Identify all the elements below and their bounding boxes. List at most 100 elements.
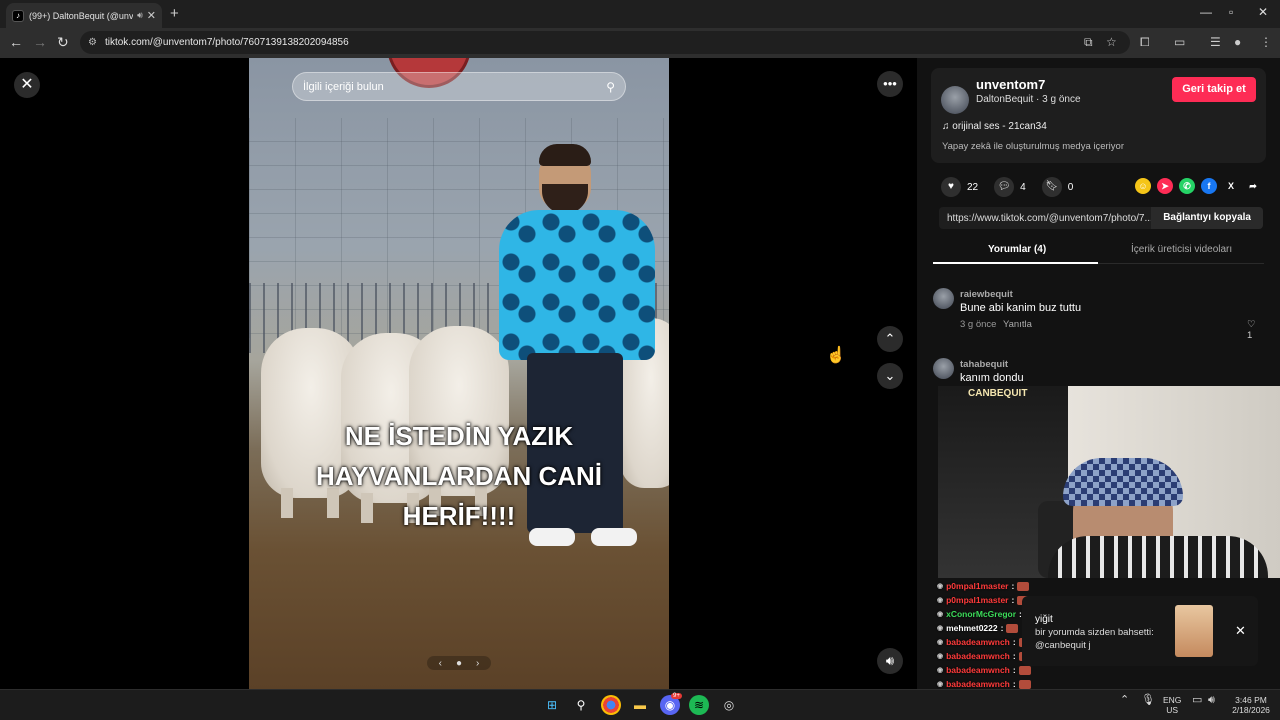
spotify-icon[interactable]: ≋ xyxy=(689,695,709,715)
mention-notification[interactable]: yiğit bir yorumda sizden bahsetti: @canb… xyxy=(1022,596,1258,666)
search-icon[interactable]: ⚲ xyxy=(606,80,615,94)
chrome-icon[interactable] xyxy=(601,695,621,715)
chat-username[interactable]: p0mpal1master xyxy=(946,581,1008,591)
previous-post-button[interactable]: ⌃ xyxy=(877,326,903,352)
chat-emote-icon xyxy=(1018,679,1031,689)
like-stat[interactable]: ♥ 22 xyxy=(941,177,978,197)
commenter-avatar[interactable] xyxy=(933,358,954,379)
display-icon[interactable]: ▭ xyxy=(1192,695,1202,706)
reply-button[interactable]: Yanıtla xyxy=(1003,319,1032,330)
comment-stat[interactable]: 💬︎ 4 xyxy=(994,177,1026,197)
post-photo[interactable]: İlgili içeriği bulun ⚲ NE İSTEDİN YAZIK … xyxy=(249,58,669,689)
new-tab-icon[interactable]: + xyxy=(170,5,179,22)
clock[interactable]: 3:46 PM 2/18/2026 xyxy=(1228,695,1274,715)
split-view-icon[interactable]: ▭ xyxy=(1174,35,1185,49)
heart-icon[interactable]: ♥ xyxy=(941,177,961,197)
chat-username[interactable]: xConorMcGregor xyxy=(946,609,1016,619)
save-stat[interactable]: 🔖︎ 0 xyxy=(1041,177,1073,197)
author-username[interactable]: unventom7 xyxy=(976,77,1045,92)
copy-link-button[interactable]: Bağlantıyı kopyala xyxy=(1151,207,1263,229)
post-link[interactable]: https://www.tiktok.com/@unventom7/photo/… xyxy=(939,213,1151,224)
language-indicator[interactable]: ENG US xyxy=(1163,695,1181,715)
clock-date: 2/18/2026 xyxy=(1232,705,1270,715)
file-explorer-icon[interactable]: ▬ xyxy=(630,695,650,715)
address-bar[interactable]: ⚙ tiktok.com/@unventom7/photo/7607139138… xyxy=(80,31,1130,54)
install-app-icon[interactable]: ⧉ xyxy=(1084,35,1093,50)
back-icon[interactable]: ← xyxy=(9,34,23,50)
close-tab-icon[interactable]: ✕ xyxy=(147,9,156,22)
chat-username[interactable]: babadeamwnch xyxy=(946,637,1010,647)
chat-badge-icon: ◉ xyxy=(937,611,944,618)
extensions-icon[interactable]: ⧠ xyxy=(1140,35,1150,50)
send-share-icon[interactable]: ➤ xyxy=(1157,178,1173,194)
volume-icon[interactable]: 🔊︎ xyxy=(1208,695,1215,706)
windows-start-icon[interactable]: ⊞ xyxy=(542,695,562,715)
reading-list-icon[interactable]: ☰ xyxy=(1210,35,1221,49)
restore-icon[interactable]: ▫ xyxy=(1229,5,1233,19)
commenter-avatar[interactable] xyxy=(933,288,954,309)
music-title[interactable]: orijinal ses - 21can34 xyxy=(952,121,1047,132)
comment-time: 3 g önce xyxy=(960,319,997,330)
follow-back-button[interactable]: Geri takip et xyxy=(1172,77,1256,102)
author-avatar[interactable] xyxy=(941,86,969,114)
window-close-icon[interactable]: ✕ xyxy=(1258,5,1268,19)
related-search-input[interactable]: İlgili içeriği bulun xyxy=(303,81,606,93)
forward-icon[interactable]: → xyxy=(33,34,47,50)
post-link-row: https://www.tiktok.com/@unventom7/photo/… xyxy=(939,207,1263,229)
minimize-icon[interactable]: — xyxy=(1200,5,1212,19)
browser-menu-icon[interactable]: ⋮ xyxy=(1260,35,1272,49)
chat-username[interactable]: babadeamwnch xyxy=(946,679,1010,689)
chat-badge-icon: ◉ xyxy=(937,639,944,646)
comment-icon[interactable]: 💬︎ xyxy=(994,177,1015,197)
facebook-share-icon[interactable]: f xyxy=(1201,178,1217,194)
chat-separator: : xyxy=(1012,679,1016,689)
bookmark-star-icon[interactable]: ☆ xyxy=(1106,35,1117,49)
music-link[interactable]: ♫ orijinal ses - 21can34 xyxy=(942,121,1047,132)
chat-username[interactable]: babadeamwnch xyxy=(946,651,1010,661)
app-icon[interactable]: ◎ xyxy=(719,695,739,715)
chat-username[interactable]: mehmet0222 xyxy=(946,623,998,633)
music-note-icon: ♫ xyxy=(942,121,953,132)
profile-avatar-icon[interactable]: ● xyxy=(1234,35,1241,49)
reload-icon[interactable]: ↻ xyxy=(57,34,69,51)
search-icon[interactable]: ⚲ xyxy=(571,695,591,715)
comment-text: kanım dondu xyxy=(960,372,1024,384)
site-info-icon[interactable]: ⚙ xyxy=(88,37,97,48)
caption-line: HAYVANLARDAN CANİ xyxy=(315,461,602,491)
chat-username[interactable]: babadeamwnch xyxy=(946,665,1010,675)
carousel-prev-icon[interactable]: ‹ xyxy=(439,658,442,669)
discord-badge: 9+ xyxy=(671,693,682,699)
comment-likes[interactable]: ♡ 1 xyxy=(1247,319,1263,341)
chat-badge-icon: ◉ xyxy=(937,653,944,660)
heart-outline-icon[interactable]: ♡ xyxy=(1247,319,1256,330)
tab-comments[interactable]: Yorumlar (4) xyxy=(988,244,1046,255)
carousel-dot[interactable]: ● xyxy=(456,658,462,669)
windows-taskbar: ⊞ ⚲ ▬ ◉ 9+ ≋ ◎ ⌃ 🎙︎ ENG US ▭ 🔊︎ 3:46 PM … xyxy=(0,689,1280,720)
more-options-button[interactable]: ••• xyxy=(877,71,903,97)
chat-separator: : xyxy=(1012,637,1016,647)
commenter-name[interactable]: raiewbequit xyxy=(960,289,1013,300)
next-post-button[interactable]: ⌄ xyxy=(877,363,903,389)
carousel-next-icon[interactable]: › xyxy=(476,658,479,669)
whatsapp-share-icon[interactable]: ✆ xyxy=(1179,178,1195,194)
microphone-icon[interactable]: 🎙︎ xyxy=(1141,695,1155,706)
commenter-name[interactable]: tahabequit xyxy=(960,359,1008,370)
clock-time: 3:46 PM xyxy=(1235,695,1267,705)
notification-thumbnail[interactable] xyxy=(1175,605,1213,657)
speaker-icon[interactable]: 🔊︎ xyxy=(137,10,143,21)
chat-username[interactable]: p0mpal1master xyxy=(946,595,1008,605)
browser-tab[interactable]: ♪ (99+) DaltonBequit (@unve 🔊︎ ✕ xyxy=(6,3,162,28)
close-viewer-button[interactable]: ✕ xyxy=(14,72,40,98)
tab-creator-videos[interactable]: İçerik üreticisi videoları xyxy=(1131,244,1232,255)
related-search-bar[interactable]: İlgili içeriği bulun ⚲ xyxy=(292,72,626,101)
x-share-icon[interactable]: X xyxy=(1223,178,1239,194)
volume-button[interactable]: 🔊︎ xyxy=(877,648,903,674)
more-share-icon[interactable]: ➦ xyxy=(1245,178,1261,194)
active-tab-underline xyxy=(933,262,1098,264)
bookmark-icon[interactable]: 🔖︎ xyxy=(1041,177,1062,197)
url-text[interactable]: tiktok.com/@unventom7/photo/760713913820… xyxy=(105,37,349,48)
chat-separator: : xyxy=(1011,595,1015,605)
close-notification-icon[interactable]: ✕ xyxy=(1235,623,1246,639)
snapchat-share-icon[interactable]: ☺ xyxy=(1135,178,1151,194)
tray-overflow-icon[interactable]: ⌃ xyxy=(1120,695,1129,706)
